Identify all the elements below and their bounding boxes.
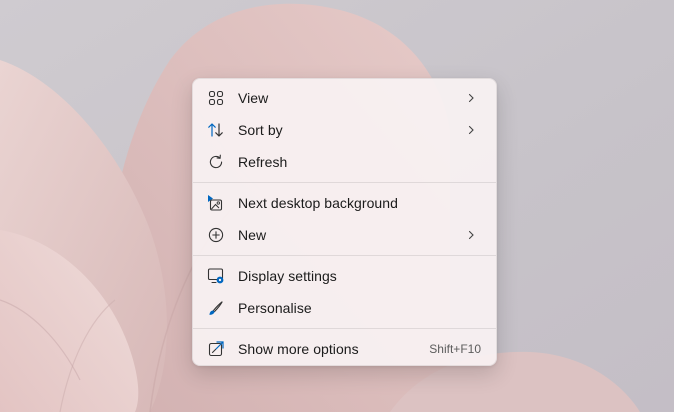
chevron-right-icon xyxy=(463,227,479,243)
show-more-icon xyxy=(206,339,226,359)
menu-item-label: Personalise xyxy=(238,300,312,316)
menu-separator xyxy=(193,328,496,329)
menu-separator xyxy=(193,255,496,256)
chevron-right-icon xyxy=(463,90,479,106)
menu-item-label: View xyxy=(238,90,269,106)
menu-item-new[interactable]: New xyxy=(197,219,492,251)
menu-item-label: Show more options xyxy=(238,341,359,357)
grid-view-icon xyxy=(206,88,226,108)
display-settings-icon xyxy=(206,266,226,286)
menu-item-show-more-options[interactable]: Show more options Shift+F10 xyxy=(197,333,492,365)
sort-arrows-icon xyxy=(206,120,226,140)
menu-separator xyxy=(193,182,496,183)
desktop-context-menu: View Sort by Refresh Next desktop backgr… xyxy=(192,78,497,366)
menu-item-label: Sort by xyxy=(238,122,283,138)
keyboard-shortcut: Shift+F10 xyxy=(429,342,481,356)
menu-item-label: New xyxy=(238,227,267,243)
menu-item-label: Display settings xyxy=(238,268,337,284)
menu-item-display-settings[interactable]: Display settings xyxy=(197,260,492,292)
menu-item-label: Next desktop background xyxy=(238,195,398,211)
chevron-right-icon xyxy=(463,122,479,138)
menu-item-next-desktop-background[interactable]: Next desktop background xyxy=(197,187,492,219)
menu-item-refresh[interactable]: Refresh xyxy=(197,146,492,178)
menu-item-label: Refresh xyxy=(238,154,288,170)
brush-icon xyxy=(206,298,226,318)
next-background-icon xyxy=(206,193,226,213)
refresh-icon xyxy=(206,152,226,172)
plus-circle-icon xyxy=(206,225,226,245)
menu-item-view[interactable]: View xyxy=(197,82,492,114)
menu-item-sort-by[interactable]: Sort by xyxy=(197,114,492,146)
menu-item-personalise[interactable]: Personalise xyxy=(197,292,492,324)
